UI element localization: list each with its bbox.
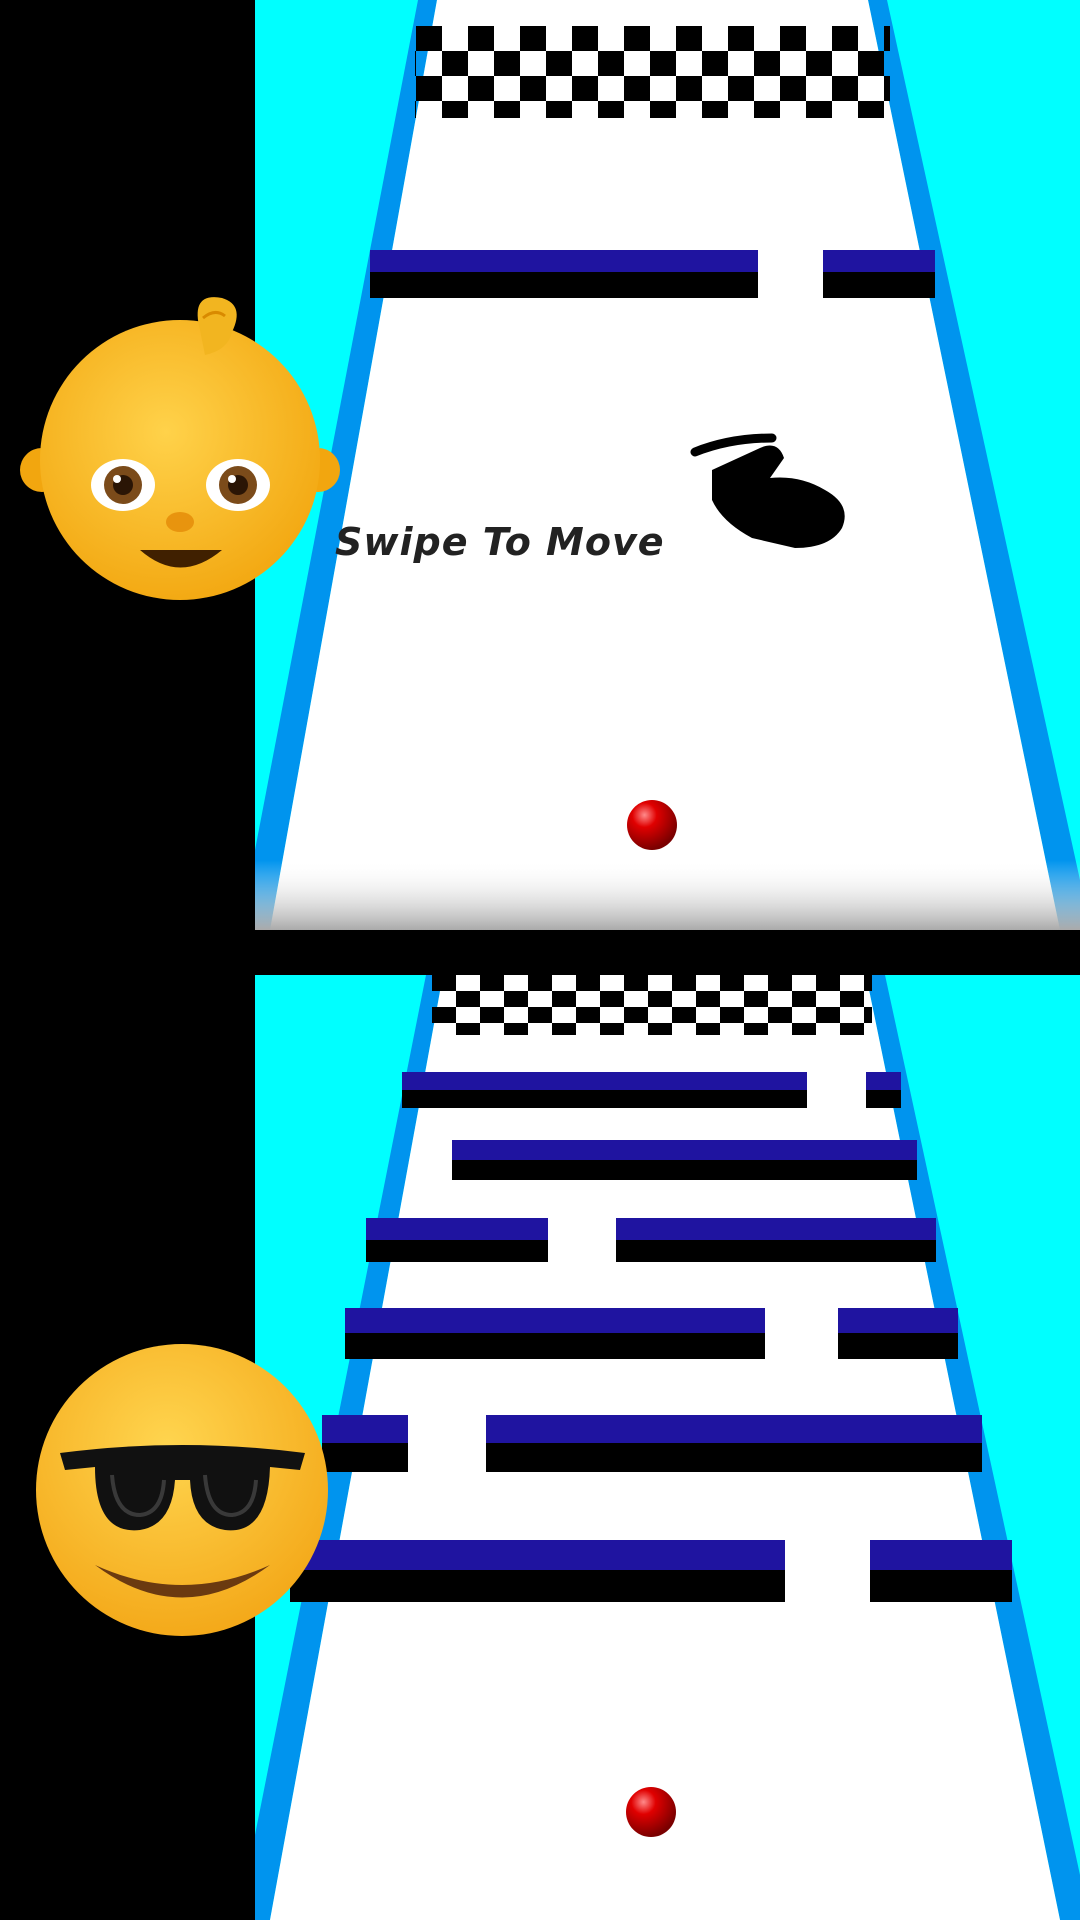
wall <box>823 250 935 298</box>
player-ball[interactable] <box>627 800 677 850</box>
track-view[interactable] <box>0 975 1080 1920</box>
swipe-hint-text: Swipe To Move <box>335 520 665 564</box>
wall <box>322 1415 408 1472</box>
finish-line <box>415 26 890 118</box>
wall <box>290 1540 785 1602</box>
wall <box>345 1308 765 1359</box>
finish-line <box>432 975 872 1035</box>
wall <box>452 1140 917 1180</box>
wall <box>402 1072 807 1108</box>
wall <box>366 1218 548 1262</box>
game-scene-tutorial[interactable]: Swipe To Move <box>0 0 1080 930</box>
wall <box>870 1540 1012 1602</box>
track-view[interactable] <box>0 0 1080 930</box>
wall <box>616 1218 936 1262</box>
track-fade <box>255 860 1080 930</box>
wall <box>370 250 758 298</box>
wall <box>838 1308 958 1359</box>
sunglasses-face-emoji <box>36 1344 328 1636</box>
wall <box>486 1415 982 1472</box>
player-ball[interactable] <box>626 1787 676 1837</box>
game-scene-maze[interactable] <box>0 975 1080 1920</box>
wall <box>866 1072 901 1108</box>
